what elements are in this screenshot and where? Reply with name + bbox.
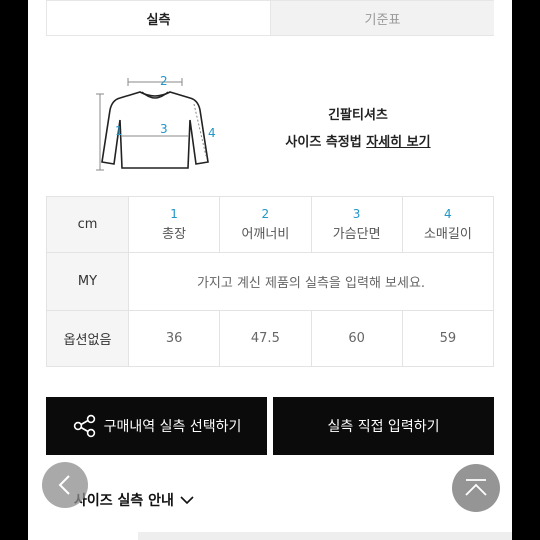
dimension-label-3: 3	[160, 122, 168, 136]
unit-cell: cm	[46, 196, 129, 253]
table-row: 옵션없음 36 47.5 60 59	[46, 310, 495, 367]
my-size-row[interactable]: MY 가지고 계신 제품의 실측을 입력해 보세요.	[46, 252, 494, 311]
size-guide-toggle[interactable]: 사이즈 실측 안내	[74, 490, 194, 510]
product-heading: 긴팔티셔츠 사이즈 측정법 자세히 보기	[248, 104, 468, 150]
table-cell: 60	[310, 310, 403, 367]
direct-input-button[interactable]: 실측 직접 입력하기	[273, 397, 494, 455]
table-header-row: cm 1 총장 2 어깨너비 3 가슴단면 4 소매길이	[46, 196, 495, 253]
scroll-to-top-button[interactable]	[452, 464, 500, 512]
size-guide-label: 사이즈 실측 안내	[74, 493, 174, 509]
dimension-label-2: 2	[160, 74, 168, 88]
table-cell: 59	[401, 310, 495, 367]
measure-guide-prefix: 사이즈 측정법	[285, 135, 367, 150]
product-type-title: 긴팔티셔츠	[328, 108, 388, 123]
column-header: 1 총장	[127, 196, 221, 253]
column-number: 4	[444, 207, 452, 221]
direct-input-label: 실측 직접 입력하기	[327, 419, 440, 435]
table-cell: 36	[127, 310, 221, 367]
option-label-cell: 옵션없음	[46, 310, 129, 367]
dimension-label-4: 4	[208, 126, 216, 140]
garment-diagram: 2 1 3 4	[80, 70, 230, 180]
column-name: 어깨너비	[241, 227, 290, 242]
back-button[interactable]	[42, 462, 88, 508]
column-header: 3 가슴단면	[310, 196, 403, 253]
table-cell: 47.5	[219, 310, 312, 367]
column-name: 가슴단면	[332, 227, 381, 242]
size-tabs: 실측 기준표	[46, 0, 494, 36]
purchase-history-select-label: 구매내역 실측 선택하기	[103, 419, 242, 435]
my-size-input-hint[interactable]: 가지고 계신 제품의 실측을 입력해 보세요.	[128, 252, 494, 311]
size-table: cm 1 총장 2 어깨너비 3 가슴단면 4 소매길이 MY 가지고 계신 제…	[46, 196, 495, 367]
column-number: 2	[261, 207, 270, 221]
next-section-strip	[138, 532, 512, 540]
chevron-left-icon	[58, 475, 70, 495]
chevron-down-icon	[180, 496, 194, 505]
measure-guide-line: 사이즈 측정법 자세히 보기	[248, 131, 468, 150]
column-name: 총장	[162, 227, 187, 242]
dimension-label-1: 1	[115, 124, 123, 138]
purchase-history-select-button[interactable]: 구매내역 실측 선택하기	[46, 397, 267, 455]
column-header: 2 어깨너비	[219, 196, 312, 253]
column-number: 1	[170, 207, 178, 221]
column-number: 3	[352, 207, 361, 221]
my-label-cell: MY	[46, 252, 129, 311]
tab-size-chart[interactable]: 기준표	[271, 0, 494, 35]
share-icon	[73, 414, 95, 438]
column-name: 소매길이	[423, 227, 472, 242]
chevron-up-icon	[465, 479, 487, 496]
long-sleeve-shirt-illustration	[96, 78, 209, 171]
size-info-panel: 실측 기준표 2 1 3 4 긴팔티셔츠 사이즈 측정법 자세히 보기 cm 1…	[28, 0, 512, 540]
detail-link[interactable]: 자세히 보기	[366, 135, 430, 150]
column-header: 4 소매길이	[401, 196, 495, 253]
tab-measured[interactable]: 실측	[46, 0, 271, 35]
